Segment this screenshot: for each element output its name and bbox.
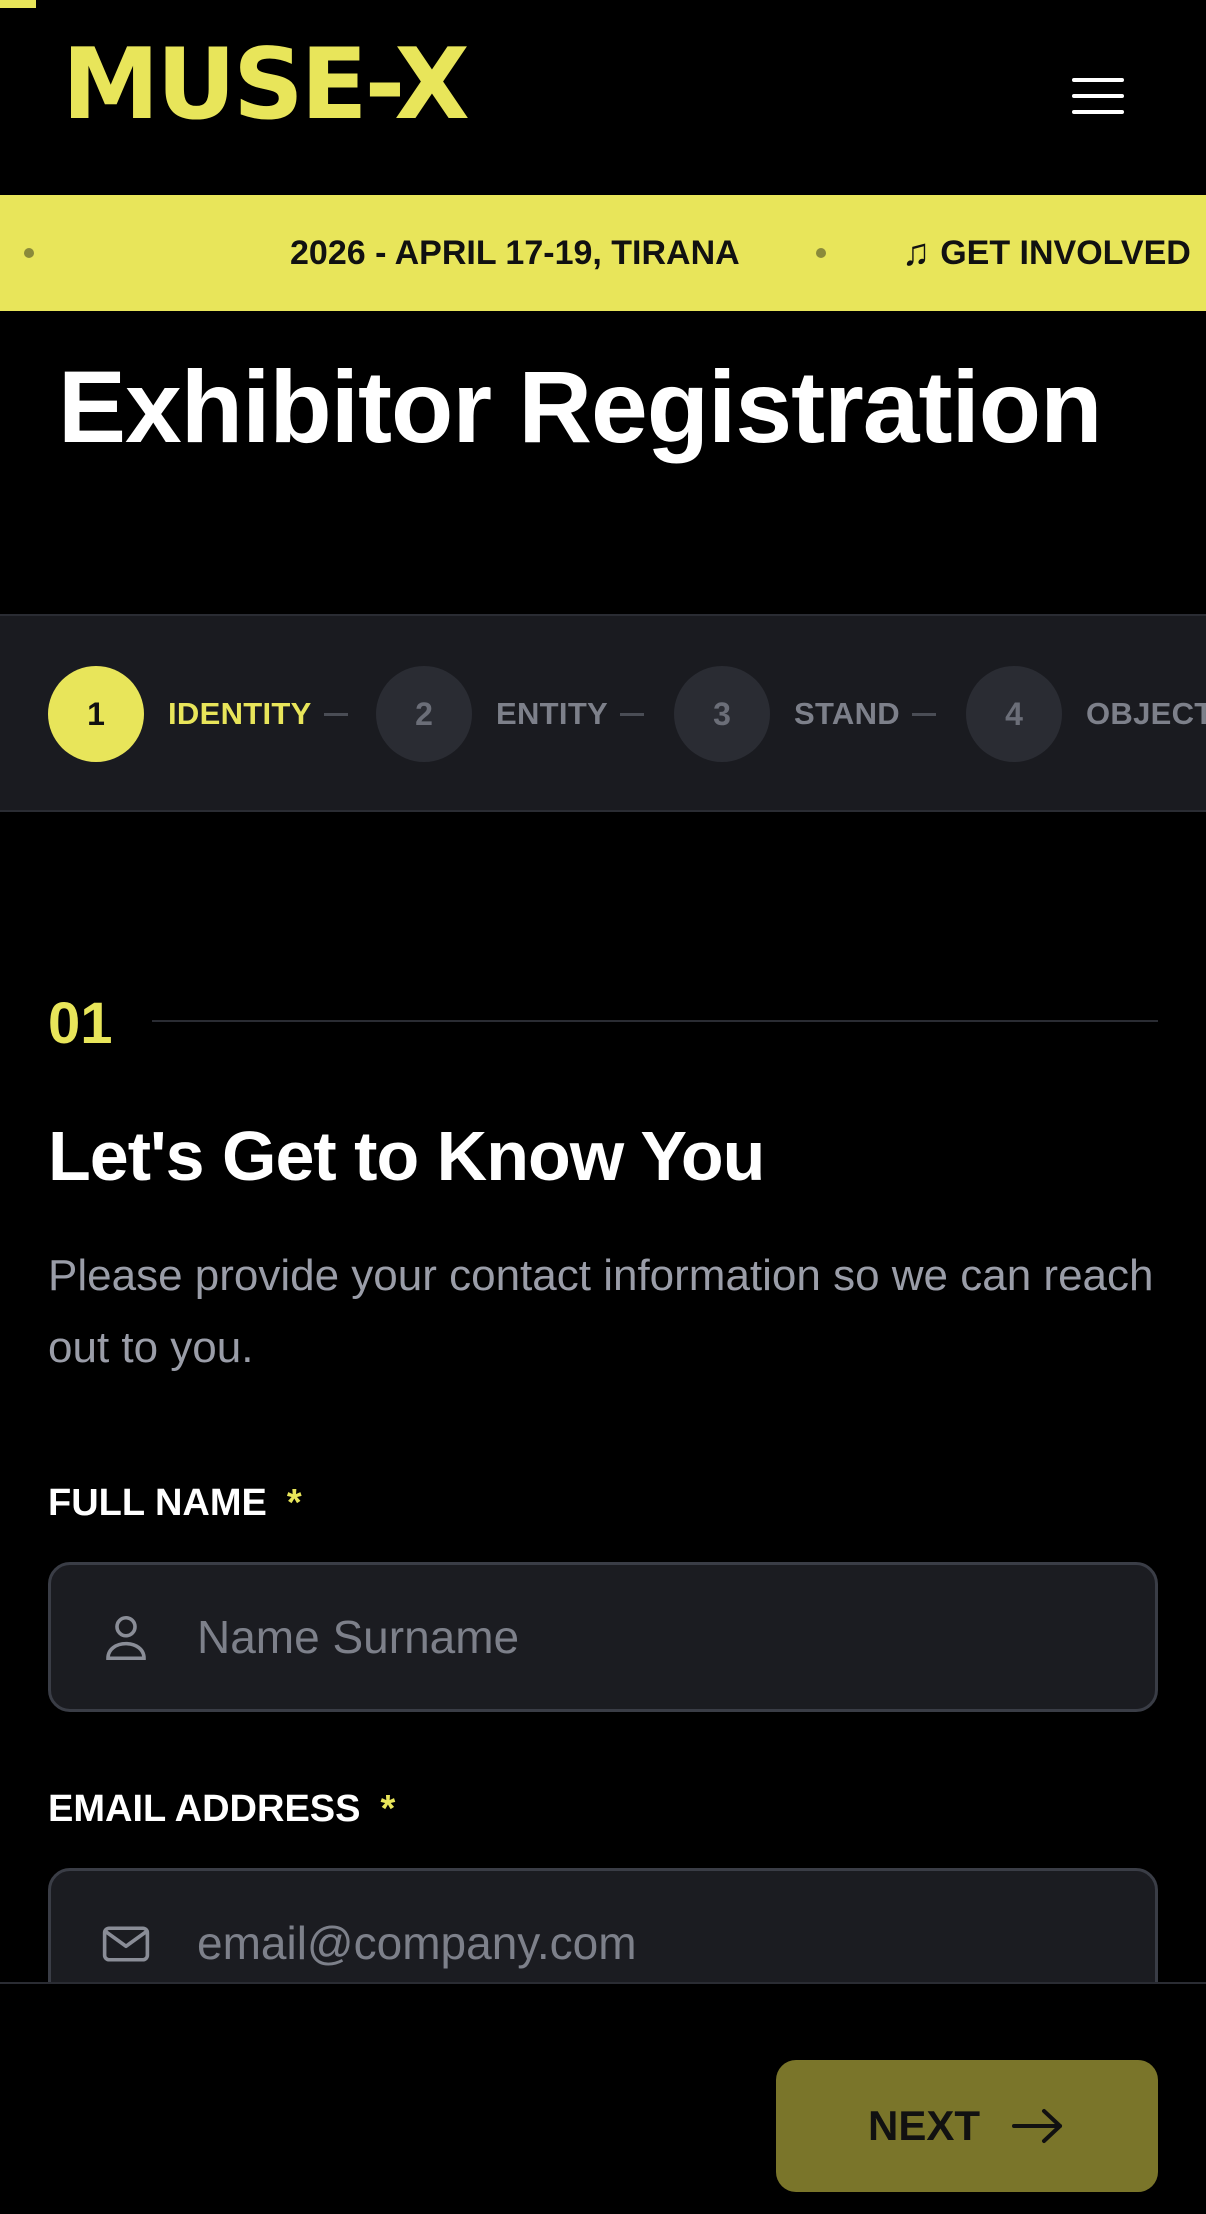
menu-button[interactable]: [1066, 74, 1130, 118]
section-divider: [152, 1020, 1158, 1022]
separator-dot: [815, 248, 826, 258]
logo[interactable]: MUSE-X: [62, 36, 470, 134]
marquee-track: 2026 - APRIL 17-19, TIRANA ♫ GET INVOLVE…: [0, 195, 1191, 311]
section-description: Please provide your contact information …: [48, 1251, 1154, 1372]
user-icon: [106, 1615, 146, 1661]
marquee-item-date: 2026 - APRIL 17-19, TIRANA: [290, 233, 740, 272]
step-label: ENTITY: [496, 696, 609, 731]
step-connector: [620, 712, 645, 716]
full-name-label-text: FULL NAME: [48, 1482, 267, 1524]
marquee-item-get-involved[interactable]: GET INVOLVED: [940, 234, 1191, 273]
email-label-text: EMAIL ADDRESS: [48, 1788, 361, 1830]
required-mark: *: [286, 1482, 302, 1524]
arrow-right-icon: [1012, 2109, 1062, 2143]
step-label: OBJECTIVES: [1086, 696, 1206, 731]
step-number: 4: [966, 666, 1062, 762]
step-entity[interactable]: 2 ENTITY: [376, 666, 645, 762]
step-connector: [323, 712, 348, 716]
required-mark: *: [380, 1788, 396, 1830]
step-objectives[interactable]: 4 OBJECTIVES: [966, 666, 1206, 762]
hamburger-menu-icon: [1072, 78, 1124, 82]
hamburger-line: [1072, 94, 1124, 98]
mail-icon: [102, 1926, 150, 1962]
step-connector: [911, 712, 936, 716]
step-label: STAND: [794, 696, 900, 731]
announcement-marquee: 2026 - APRIL 17-19, TIRANA ♫ GET INVOLVE…: [0, 195, 1206, 311]
page-title: Exhibitor Registration: [58, 350, 1102, 464]
page: MUSE-X 2026 - APRIL 17-19, TIRANA ♫ GET …: [0, 0, 1206, 2214]
full-name-label: FULL NAME *: [48, 1482, 302, 1525]
hamburger-line: [1072, 110, 1124, 114]
full-name-input[interactable]: [197, 1565, 1137, 1709]
step-number: 3: [674, 666, 770, 762]
registration-stepper: 1 IDENTITY 2 ENTITY 3 STAND 4 OBJECTIVES: [0, 614, 1206, 812]
step-number: 1: [48, 666, 144, 762]
music-note-icon: ♫: [901, 231, 931, 274]
step-label: IDENTITY: [168, 696, 312, 731]
top-accent-bar: [0, 0, 36, 8]
full-name-field: [48, 1562, 1158, 1712]
section-title: Let's Get to Know You: [48, 1117, 765, 1195]
step-number: 2: [376, 666, 472, 762]
site-header: MUSE-X: [0, 0, 1206, 195]
separator-dot: [24, 248, 34, 258]
bottom-action-bar: NEXT: [0, 1982, 1206, 2214]
email-label: EMAIL ADDRESS *: [48, 1788, 395, 1831]
section-number: 01: [48, 991, 113, 1056]
next-button[interactable]: NEXT: [776, 2060, 1158, 2192]
step-identity[interactable]: 1 IDENTITY: [48, 666, 348, 762]
step-stand[interactable]: 3 STAND: [674, 666, 936, 762]
next-button-label: NEXT: [867, 2102, 980, 2149]
